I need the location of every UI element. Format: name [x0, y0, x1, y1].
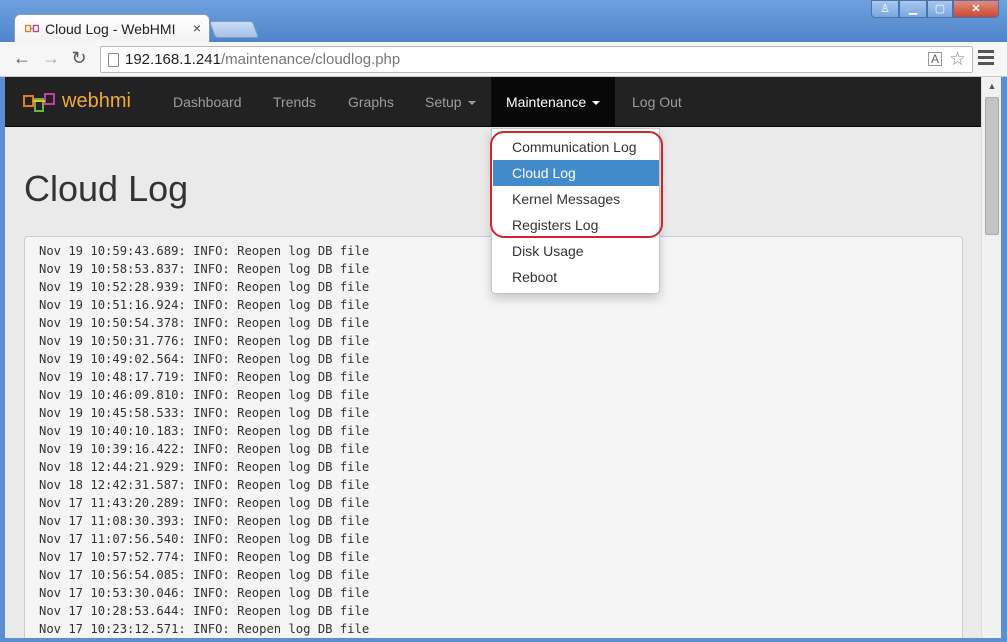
- nav-setup-label: Setup: [425, 94, 462, 110]
- nav-trends[interactable]: Trends: [273, 94, 316, 110]
- forward-arrow-icon[interactable]: →: [39, 48, 63, 69]
- browser-tab[interactable]: Cloud Log - WebHMI ×: [14, 14, 210, 42]
- tab-close-icon[interactable]: ×: [193, 20, 201, 36]
- log-line: Nov 19 10:46:09.810: INFO: Reopen log DB…: [39, 388, 370, 402]
- scroll-thumb[interactable]: [985, 97, 999, 235]
- nav-dashboard[interactable]: Dashboard: [173, 94, 242, 110]
- log-line: Nov 17 11:08:30.393: INFO: Reopen log DB…: [39, 514, 370, 528]
- nav-setup[interactable]: Setup: [425, 94, 476, 110]
- webhmi-logo-icon: [23, 92, 55, 112]
- log-line: Nov 19 10:48:17.719: INFO: Reopen log DB…: [39, 370, 370, 384]
- brand[interactable]: webhmi: [23, 90, 131, 113]
- menu-item-reboot[interactable]: Reboot: [493, 264, 659, 290]
- log-line: Nov 18 12:44:21.929: INFO: Reopen log DB…: [39, 460, 370, 474]
- back-arrow-icon[interactable]: ←: [10, 48, 34, 69]
- nav-maintenance[interactable]: Maintenance: [491, 77, 616, 127]
- top-navbar: webhmi Dashboard Trends Graphs Setup Mai…: [5, 77, 981, 127]
- log-line: Nov 19 10:59:43.689: INFO: Reopen log DB…: [39, 244, 370, 258]
- log-line: Nov 19 10:50:31.776: INFO: Reopen log DB…: [39, 334, 370, 348]
- nav-graphs[interactable]: Graphs: [348, 94, 394, 110]
- log-panel: Nov 19 10:59:43.689: INFO: Reopen log DB…: [24, 236, 963, 638]
- red-highlight-annotation: [490, 131, 663, 238]
- log-line: Nov 17 11:07:56.540: INFO: Reopen log DB…: [39, 532, 370, 546]
- nav-logout[interactable]: Log Out: [632, 94, 682, 110]
- log-line: Nov 19 10:50:54.378: INFO: Reopen log DB…: [39, 316, 370, 330]
- caret-down-icon: [592, 101, 601, 106]
- close-window-button[interactable]: ✕: [953, 0, 999, 18]
- maximize-button[interactable]: ▢: [927, 0, 953, 18]
- nav-maintenance-label: Maintenance: [506, 94, 587, 110]
- log-line: Nov 19 10:40:10.183: INFO: Reopen log DB…: [39, 424, 370, 438]
- address-bar[interactable]: 192.168.1.241/maintenance/cloudlog.php A…: [100, 46, 973, 73]
- log-line: Nov 17 11:43:20.289: INFO: Reopen log DB…: [39, 496, 370, 510]
- window-titlebar: Cloud Log - WebHMI × ♙ ▁ ▢ ✕: [0, 0, 1007, 42]
- log-line: Nov 17 10:56:54.085: INFO: Reopen log DB…: [39, 568, 370, 582]
- bookmark-star-icon[interactable]: ☆: [949, 48, 966, 71]
- log-line: Nov 18 12:42:31.587: INFO: Reopen log DB…: [39, 478, 370, 492]
- tab-title: Cloud Log - WebHMI: [45, 21, 176, 37]
- log-line: Nov 17 10:57:52.774: INFO: Reopen log DB…: [39, 550, 370, 564]
- translate-icon[interactable]: A: [928, 52, 942, 66]
- window-frame-right: [1001, 77, 1007, 642]
- window-controls: ♙ ▁ ▢ ✕: [871, 0, 999, 18]
- log-line: Nov 17 10:53:30.046: INFO: Reopen log DB…: [39, 586, 370, 600]
- page-scrollbar[interactable]: ▲: [981, 77, 1001, 638]
- log-line: Nov 19 10:45:58.533: INFO: Reopen log DB…: [39, 406, 370, 420]
- log-line: Nov 19 10:51:16.924: INFO: Reopen log DB…: [39, 298, 370, 312]
- browser-menu-icon[interactable]: [978, 50, 994, 68]
- webhmi-favicon-icon: [25, 24, 39, 33]
- caret-down-icon: [467, 101, 476, 106]
- url-text[interactable]: 192.168.1.241/maintenance/cloudlog.php: [125, 51, 400, 68]
- brand-name: webhmi: [62, 90, 131, 112]
- log-line: Nov 19 10:58:53.837: INFO: Reopen log DB…: [39, 262, 370, 276]
- scroll-up-icon[interactable]: ▲: [982, 77, 1002, 95]
- window-frame-bottom: [0, 638, 1007, 642]
- log-line: Nov 19 10:49:02.564: INFO: Reopen log DB…: [39, 352, 370, 366]
- log-line: Nov 17 10:23:12.571: INFO: Reopen log DB…: [39, 622, 370, 636]
- profile-icon[interactable]: ♙: [871, 0, 899, 18]
- page-icon: [108, 53, 119, 67]
- new-tab-button[interactable]: [208, 21, 260, 38]
- reload-icon[interactable]: ↻: [67, 48, 91, 69]
- log-line: Nov 19 10:52:28.939: INFO: Reopen log DB…: [39, 280, 370, 294]
- page-title: Cloud Log: [24, 168, 189, 209]
- url-path: /maintenance/cloudlog.php: [220, 51, 401, 68]
- url-host: 192.168.1.241: [125, 51, 221, 68]
- log-line: Nov 19 10:39:16.422: INFO: Reopen log DB…: [39, 442, 370, 456]
- log-line: Nov 17 10:28:53.644: INFO: Reopen log DB…: [39, 604, 370, 618]
- browser-toolbar: ← → ↻ 192.168.1.241/maintenance/cloudlog…: [0, 42, 1007, 77]
- menu-item-disk-usage[interactable]: Disk Usage: [493, 238, 659, 264]
- minimize-button[interactable]: ▁: [899, 0, 927, 18]
